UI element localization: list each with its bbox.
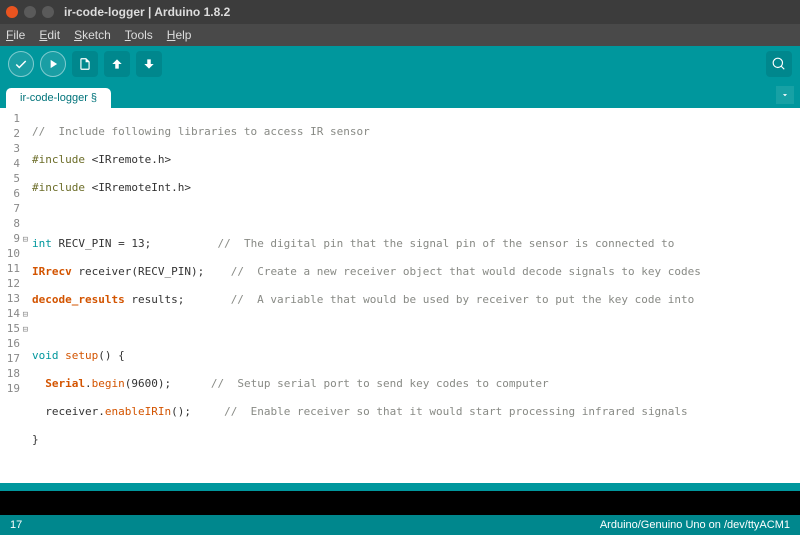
menubar: File Edit Sketch Tools Help: [0, 24, 800, 46]
new-button[interactable]: [72, 51, 98, 77]
fold-icon[interactable]: ⊟: [23, 308, 28, 323]
save-button[interactable]: [136, 51, 162, 77]
tab-sketch[interactable]: ir-code-logger §: [6, 88, 111, 108]
status-board-info: Arduino/Genuino Uno on /dev/ttyACM1: [600, 519, 790, 531]
fold-icon[interactable]: ⊟: [23, 323, 28, 338]
status-line-number: 17: [10, 519, 22, 531]
line-gutter: 1234 5678 9⊟ 10111213 14⊟ 15⊟ 16171819: [0, 108, 22, 483]
toolbar: [0, 46, 800, 82]
window-titlebar: ir-code-logger | Arduino 1.8.2: [0, 0, 800, 24]
separator: [0, 483, 800, 491]
window-title: ir-code-logger | Arduino 1.8.2: [64, 5, 230, 19]
open-button[interactable]: [104, 51, 130, 77]
close-icon[interactable]: [6, 6, 18, 18]
verify-button[interactable]: [8, 51, 34, 77]
menu-edit[interactable]: Edit: [39, 28, 60, 42]
upload-button[interactable]: [40, 51, 66, 77]
maximize-icon[interactable]: [42, 6, 54, 18]
menu-tools[interactable]: Tools: [125, 28, 153, 42]
minimize-icon[interactable]: [24, 6, 36, 18]
menu-help[interactable]: Help: [167, 28, 192, 42]
code-area[interactable]: // Include following libraries to access…: [22, 108, 800, 483]
fold-icon[interactable]: ⊟: [23, 233, 28, 248]
menu-sketch[interactable]: Sketch: [74, 28, 111, 42]
code-editor[interactable]: 1234 5678 9⊟ 10111213 14⊟ 15⊟ 16171819 /…: [0, 108, 800, 483]
statusbar: 17 Arduino/Genuino Uno on /dev/ttyACM1: [0, 515, 800, 535]
tab-menu-button[interactable]: [776, 86, 794, 104]
console-output[interactable]: [0, 491, 800, 515]
serial-monitor-button[interactable]: [766, 51, 792, 77]
tabbar: ir-code-logger §: [0, 82, 800, 108]
menu-file[interactable]: File: [6, 28, 25, 42]
